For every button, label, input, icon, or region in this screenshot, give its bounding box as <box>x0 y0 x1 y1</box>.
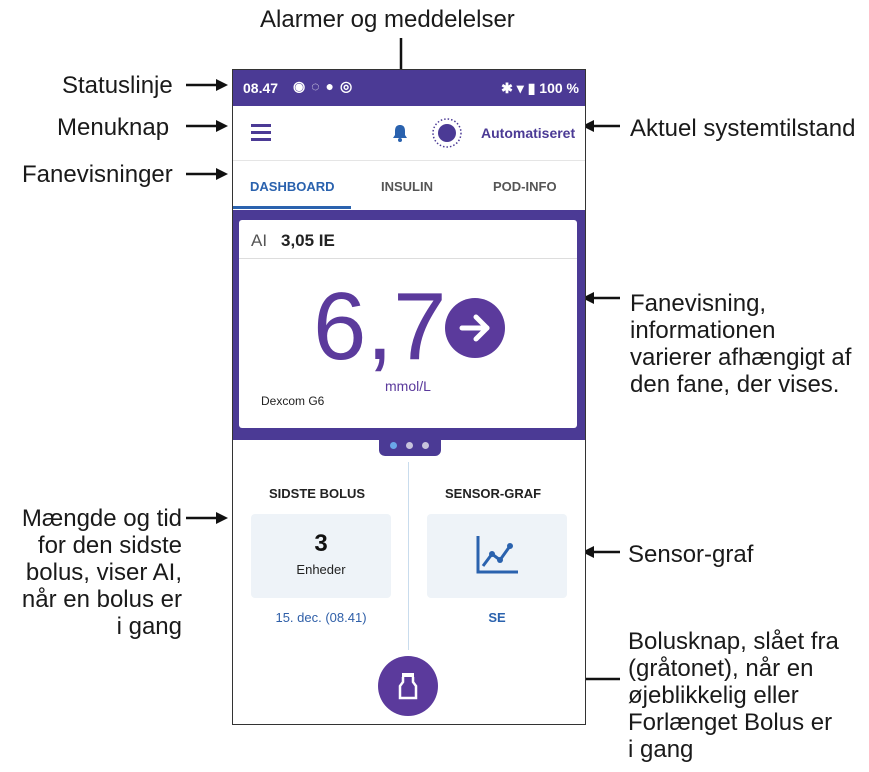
trend-arrow-icon <box>445 298 505 358</box>
page-dot-3 <box>422 442 429 449</box>
cgm-source: Dexcom G6 <box>261 394 325 408</box>
last-bolus-box: 3 Enheder <box>251 514 391 598</box>
glucose-card[interactable]: AI 3,05 IE 6,7 mmol/L Dexcom G6 <box>239 220 577 428</box>
status-bar: 08.47 ◉◌●◎ ✱ ▾ ▮ 100 % <box>233 70 585 106</box>
tab-pod-info[interactable]: POD-INFO <box>493 179 557 194</box>
page-indicator[interactable] <box>379 436 441 456</box>
dashboard-panel: AI 3,05 IE 6,7 mmol/L Dexcom G6 <box>233 210 585 440</box>
glucose-value: 6,7 <box>313 273 447 380</box>
status-icons-right: ✱ ▾ ▮ 100 % <box>501 80 579 97</box>
wifi-icon: ▾ <box>516 80 524 96</box>
menu-icon[interactable] <box>251 124 271 141</box>
last-bolus-time: 15. dec. (08.41) <box>275 610 367 625</box>
sensor-graph-see-link[interactable]: SE <box>427 610 567 625</box>
sensor-graph-title: SENSOR-GRAF <box>445 486 542 501</box>
page-dot-1 <box>390 442 397 449</box>
phone-screen: 08.47 ◉◌●◎ ✱ ▾ ▮ 100 % Automatiseret DAS… <box>232 69 586 725</box>
active-tab-indicator <box>233 206 351 209</box>
app-header: Automatiseret <box>233 106 585 161</box>
iob-bar: AI 3,05 IE <box>239 220 577 259</box>
system-mode-label: Automatiseret <box>481 125 576 141</box>
last-bolus-unit: Enheder <box>296 562 346 577</box>
iob-label: AI <box>251 231 268 250</box>
tab-bar: DASHBOARD INSULIN POD-INFO <box>233 161 585 209</box>
bluetooth-icon: ✱ <box>501 80 513 96</box>
bolus-button[interactable] <box>378 656 438 716</box>
graph-icon <box>476 536 518 574</box>
page-dot-2 <box>406 442 413 449</box>
notification-icons: ◉◌●◎ <box>293 78 359 94</box>
last-bolus-amount: 3 <box>314 530 328 557</box>
battery-icon: ▮ <box>527 80 536 96</box>
iob-value: 3,05 IE <box>281 231 335 250</box>
automated-mode-icon <box>432 118 462 148</box>
last-bolus-title: SIDSTE BOLUS <box>269 486 366 501</box>
status-time: 08.47 <box>243 80 279 96</box>
bell-icon[interactable] <box>390 123 410 143</box>
sensor-graph-box[interactable] <box>427 514 567 598</box>
battery-percent: 100 % <box>539 80 579 96</box>
glucose-unit: mmol/L <box>385 378 431 394</box>
column-divider <box>408 462 409 650</box>
tab-insulin[interactable]: INSULIN <box>381 179 433 194</box>
bolus-icon <box>398 673 418 700</box>
tab-dashboard[interactable]: DASHBOARD <box>250 179 335 194</box>
